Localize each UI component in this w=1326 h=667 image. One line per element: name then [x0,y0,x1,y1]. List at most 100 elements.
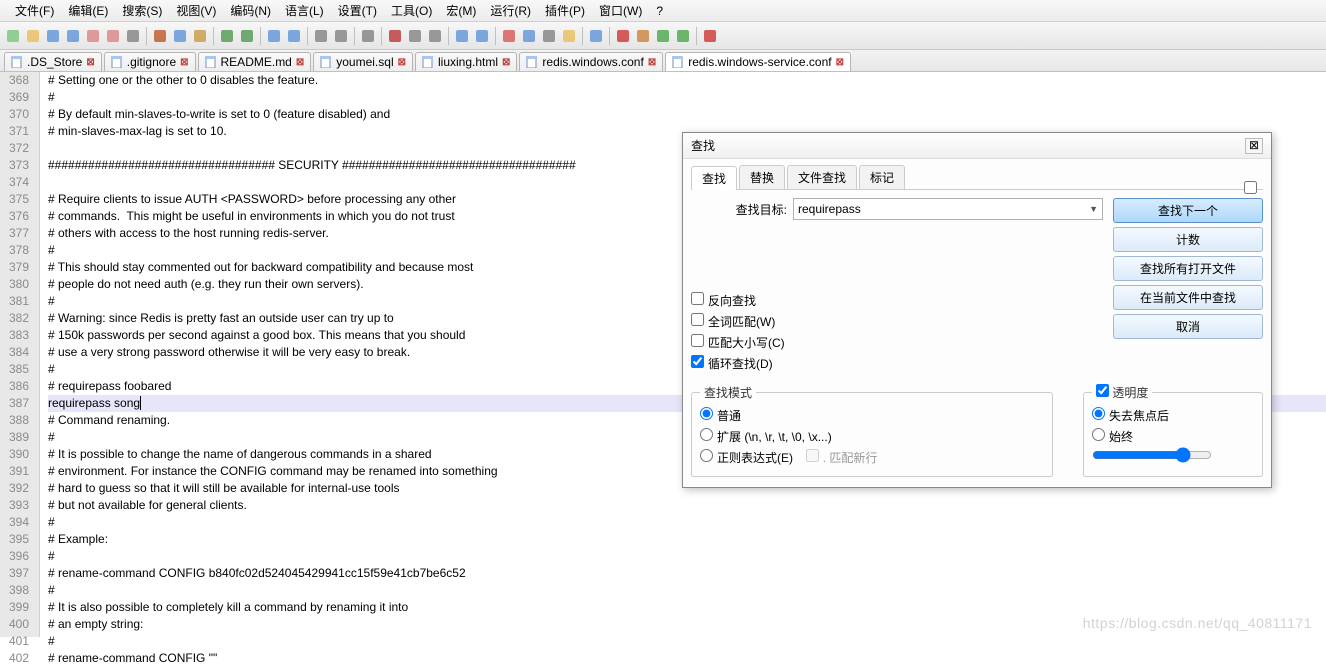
find-tab[interactable]: 查找 [691,166,737,190]
toolbar-separator [696,27,697,45]
spell-check-icon[interactable] [701,27,719,45]
find-tab[interactable]: 替换 [739,165,785,189]
close-icon[interactable]: ⊠ [86,57,94,68]
code-line[interactable]: # but not available for general clients. [48,497,1326,514]
word-wrap-icon[interactable] [386,27,404,45]
find-target-combo[interactable]: ▼ [793,198,1103,220]
doc-map-icon[interactable] [520,27,538,45]
menu-item[interactable]: 宏(M) [439,0,483,21]
find-all-open-files-button[interactable]: 查找所有打开文件 [1113,256,1263,281]
code-line[interactable]: # By default min-slaves-to-write is set … [48,106,1326,123]
transparency-always-radio[interactable]: 始终 [1092,426,1254,447]
menu-item[interactable]: 编码(N) [223,0,278,21]
close-icon[interactable]: ⊠ [180,57,188,68]
mode-normal-radio[interactable]: 普通 [700,405,1044,426]
monitor-icon[interactable] [587,27,605,45]
menu-item[interactable]: ? [649,2,670,20]
wrap-around-checkbox[interactable]: 循环查找(D) [691,353,1103,374]
play-multi-icon[interactable] [674,27,692,45]
code-line[interactable]: # an empty string: [48,616,1326,633]
menu-item[interactable]: 运行(R) [483,0,538,21]
close-icon[interactable]: ⊠ [296,57,304,68]
transparency-on-blur-radio[interactable]: 失去焦点后 [1092,405,1254,426]
play-icon[interactable] [654,27,672,45]
reverse-search-checkbox[interactable]: 反向查找 [691,290,1103,311]
cancel-button[interactable]: 取消 [1113,314,1263,339]
indent-guide-icon[interactable] [426,27,444,45]
document-tab[interactable]: README.md⊠ [198,52,312,71]
transparency-slider[interactable] [1092,447,1212,463]
close-icon[interactable] [84,27,102,45]
toolbar-separator [609,27,610,45]
zoom-in-icon[interactable] [312,27,330,45]
zoom-out-icon[interactable] [332,27,350,45]
match-case-checkbox[interactable]: 匹配大小写(C) [691,332,1103,353]
sync-icon[interactable] [359,27,377,45]
save-all-icon[interactable] [64,27,82,45]
folder-icon[interactable] [560,27,578,45]
find-tab[interactable]: 标记 [859,165,905,189]
copy-icon[interactable] [171,27,189,45]
find-in-current-file-button[interactable]: 在当前文件中查找 [1113,285,1263,310]
document-tab[interactable]: redis.windows-service.conf⊠ [665,52,851,71]
find-tab[interactable]: 文件查找 [787,165,857,189]
code-line[interactable]: # It is also possible to completely kill… [48,599,1326,616]
menu-item[interactable]: 编辑(E) [61,0,115,21]
document-tab[interactable]: youmei.sql⊠ [313,52,413,71]
new-icon[interactable] [4,27,22,45]
menu-item[interactable]: 语言(L) [278,0,331,21]
find-next-button[interactable]: 查找下一个 [1113,198,1263,223]
document-tab[interactable]: .gitignore⊠ [104,52,196,71]
func-list-icon[interactable] [540,27,558,45]
chevron-down-icon[interactable]: ▼ [1089,204,1098,214]
code-line[interactable]: # Example: [48,531,1326,548]
close-all-icon[interactable] [104,27,122,45]
mode-extended-radio[interactable]: 扩展 (\n, \r, \t, \0, \x...) [700,426,1044,447]
show-all-icon[interactable] [406,27,424,45]
menu-item[interactable]: 文件(F) [8,0,61,21]
line-number: 380 [6,276,29,293]
menu-item[interactable]: 设置(T) [331,0,384,21]
count-button[interactable]: 计数 [1113,227,1263,252]
paste-icon[interactable] [191,27,209,45]
code-line[interactable]: # rename-command CONFIG b840fc02d5240454… [48,565,1326,582]
code-line[interactable]: # [48,514,1326,531]
menu-item[interactable]: 视图(V) [169,0,223,21]
code-line[interactable]: # rename-command CONFIG "" [48,650,1326,667]
code-line[interactable]: # [48,89,1326,106]
menu-item[interactable]: 搜索(S) [115,0,169,21]
code-line[interactable]: # [48,548,1326,565]
document-tab[interactable]: liuxing.html⊠ [415,52,517,71]
redo-icon[interactable] [238,27,256,45]
menu-item[interactable]: 工具(O) [384,0,439,21]
close-icon[interactable]: ⊠ [836,57,844,68]
transparency-legend[interactable]: 透明度 [1092,384,1152,401]
find-icon[interactable] [265,27,283,45]
find-target-input[interactable] [798,202,1089,216]
code-line[interactable]: # [48,582,1326,599]
whole-word-checkbox[interactable]: 全词匹配(W) [691,311,1103,332]
mode-regex-radio[interactable]: 正则表达式(E) . 匹配新行 [700,447,1044,468]
close-icon[interactable]: ⊠ [648,57,656,68]
cut-icon[interactable] [151,27,169,45]
stop-icon[interactable] [634,27,652,45]
code-line[interactable]: # [48,633,1326,650]
menu-item[interactable]: 插件(P) [538,0,592,21]
print-icon[interactable] [124,27,142,45]
menu-item[interactable]: 窗口(W) [592,0,649,21]
lang-icon[interactable] [500,27,518,45]
open-icon[interactable] [24,27,42,45]
extra-checkbox[interactable] [1244,181,1257,194]
close-icon[interactable]: ⊠ [502,57,510,68]
fold-icon[interactable] [453,27,471,45]
close-icon[interactable]: ⊠ [1245,138,1263,154]
unfold-icon[interactable] [473,27,491,45]
document-tab[interactable]: .DS_Store⊠ [4,52,102,71]
save-icon[interactable] [44,27,62,45]
code-line[interactable]: # Setting one or the other to 0 disables… [48,72,1326,89]
undo-icon[interactable] [218,27,236,45]
replace-icon[interactable] [285,27,303,45]
record-icon[interactable] [614,27,632,45]
document-tab[interactable]: redis.windows.conf⊠ [519,52,663,71]
close-icon[interactable]: ⊠ [398,57,406,68]
